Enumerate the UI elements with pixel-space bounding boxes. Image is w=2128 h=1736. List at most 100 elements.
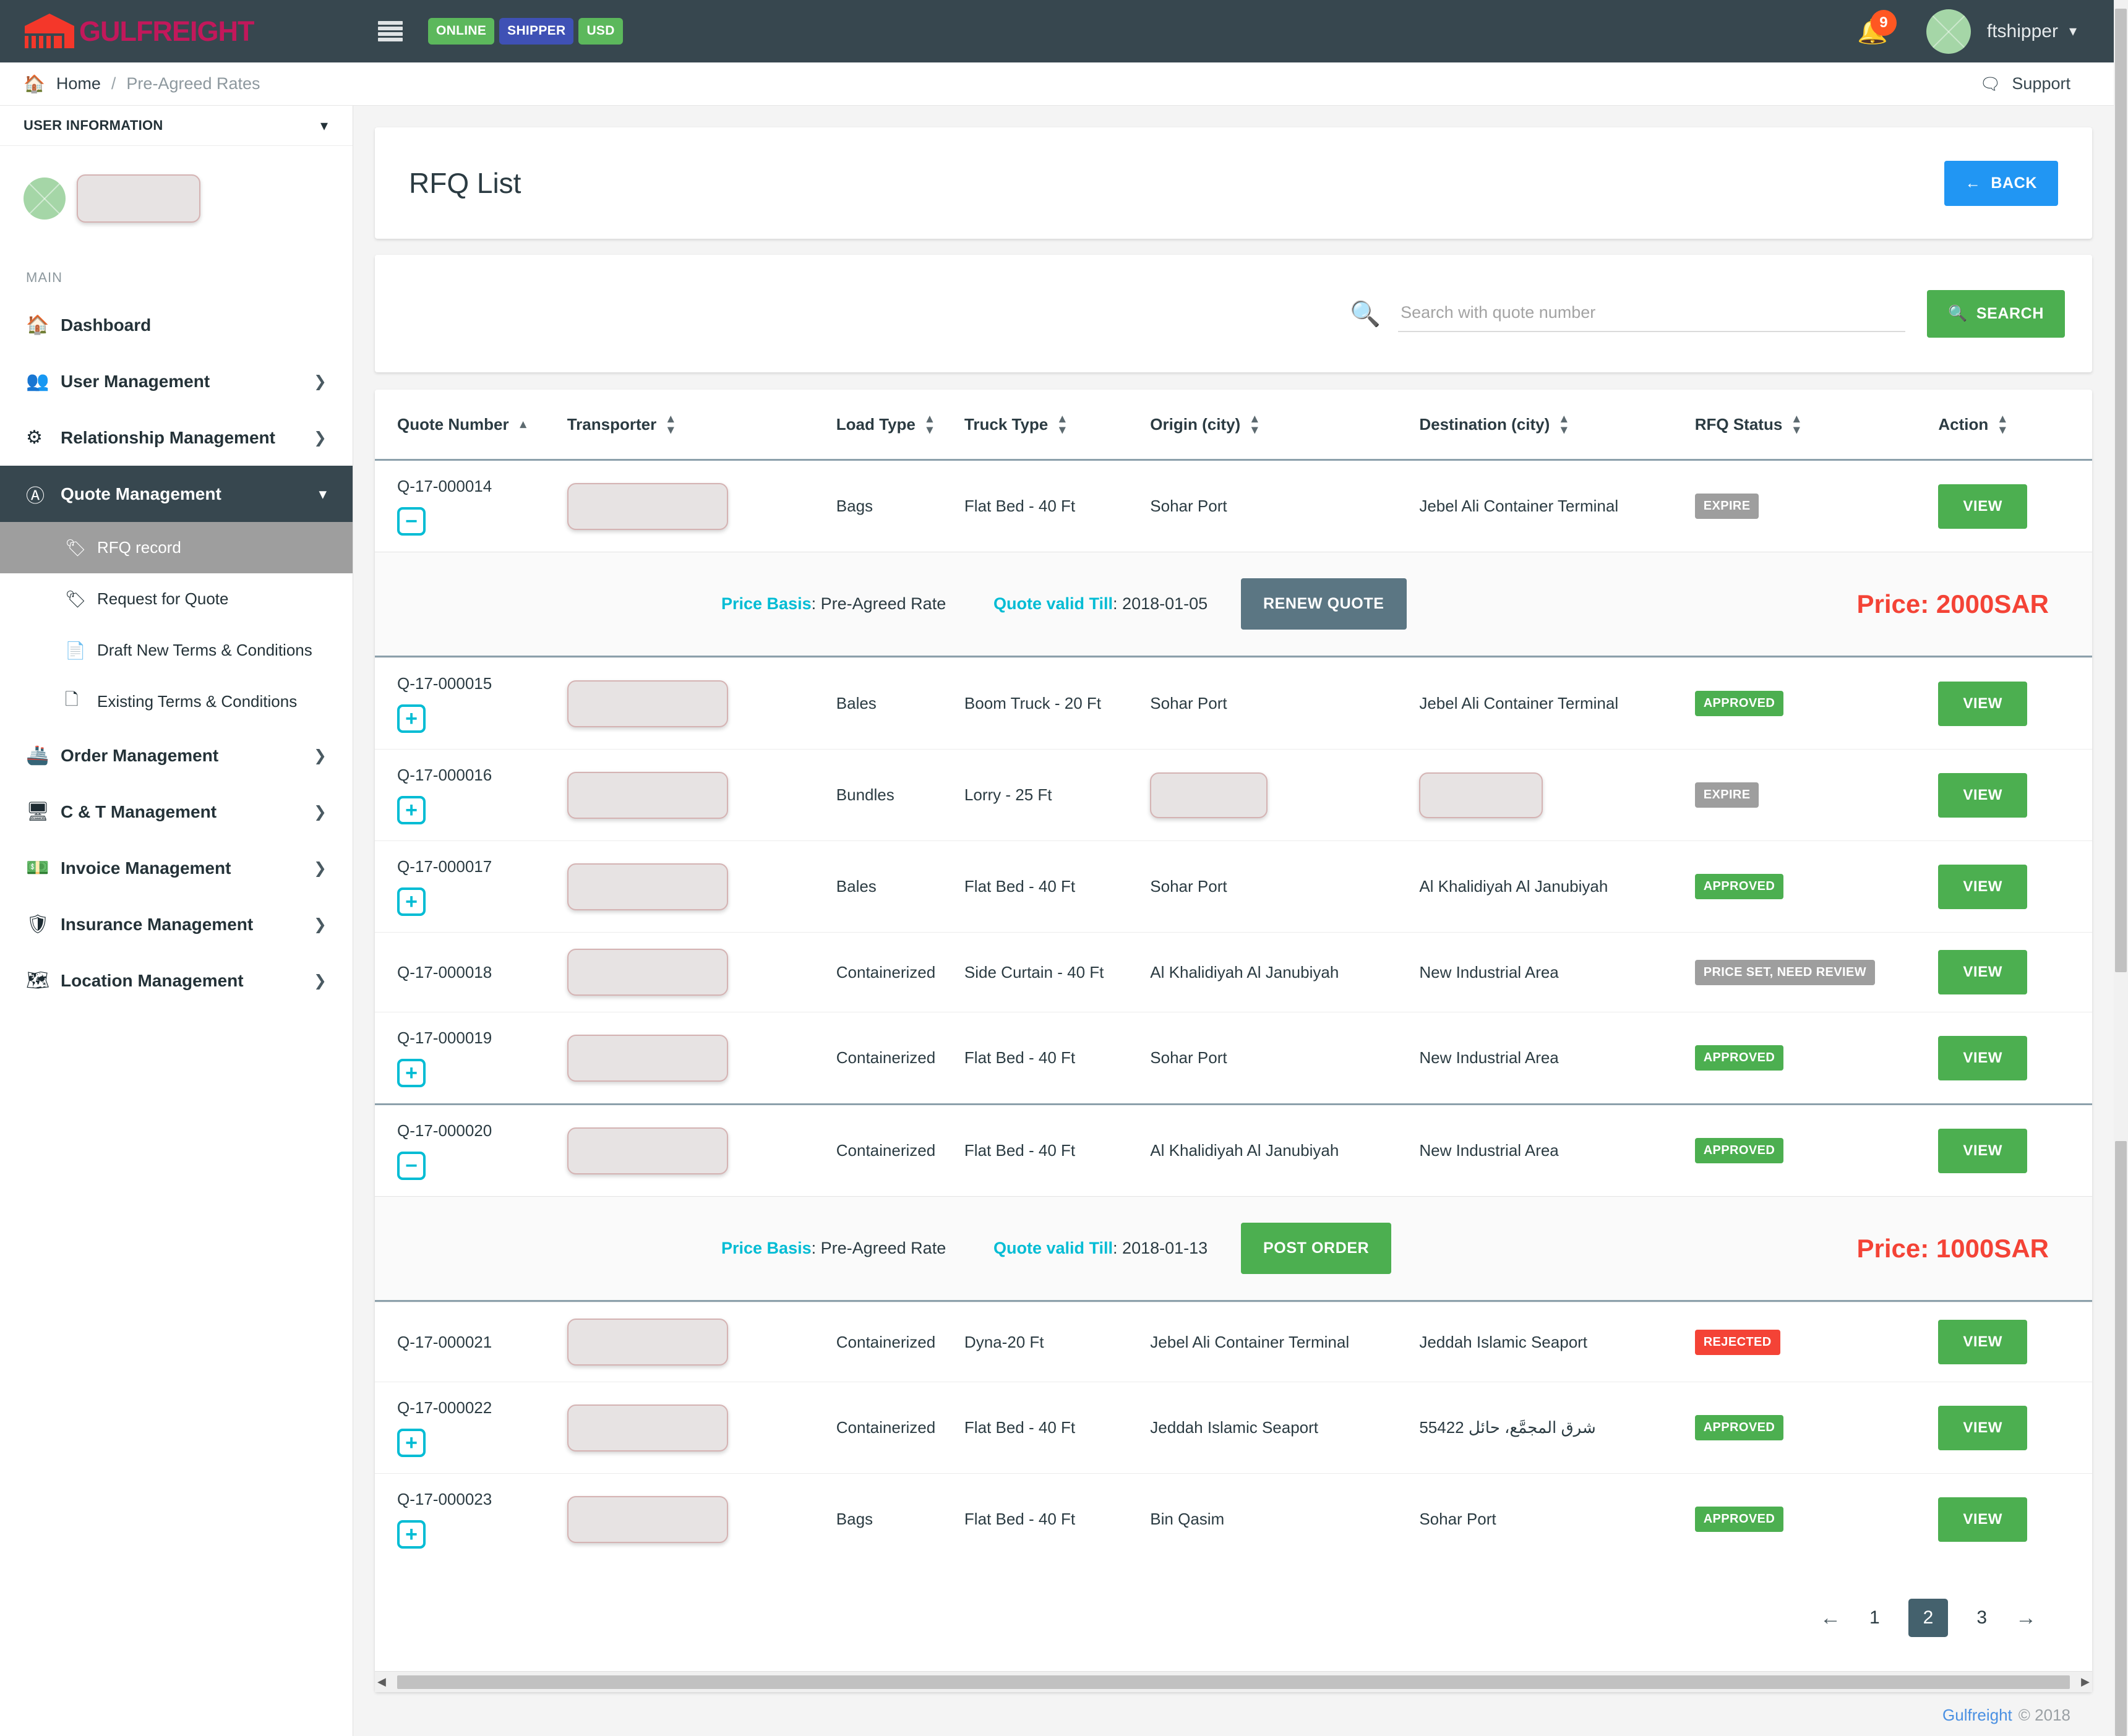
cell-truck-type: Side Curtain - 40 Ft bbox=[964, 933, 1150, 1012]
column-header-truck-type[interactable]: Truck Type ▴▾ bbox=[964, 390, 1150, 460]
view-button[interactable]: VIEW bbox=[1938, 484, 2027, 529]
column-header-transporter[interactable]: Transporter ▴▾ bbox=[567, 390, 836, 460]
row-expand-toggle[interactable]: + bbox=[397, 796, 426, 824]
cell-truck-type: Flat Bed - 40 Ft bbox=[964, 1382, 1150, 1474]
view-button[interactable]: VIEW bbox=[1938, 865, 2027, 909]
cell-truck-type: Flat Bed - 40 Ft bbox=[964, 1012, 1150, 1105]
post-button[interactable]: POST ORDER bbox=[1241, 1223, 1391, 1274]
cell-quote-number: Q-17-000017 + bbox=[375, 841, 567, 933]
pagination-prev[interactable]: ← bbox=[1820, 1606, 1841, 1630]
sidebar-item-invoice-management[interactable]: 💵 Invoice Management ❯ bbox=[0, 840, 353, 896]
column-header-destination[interactable]: Destination (city) ▴▾ bbox=[1419, 390, 1694, 460]
sidebar-user-information-header[interactable]: USER INFORMATION ▾ bbox=[0, 106, 353, 146]
column-header-load-type[interactable]: Load Type ▴▾ bbox=[836, 390, 964, 460]
row-expand-toggle[interactable]: + bbox=[397, 1520, 426, 1549]
origin-label: Sohar Port bbox=[1150, 497, 1227, 515]
column-header-rfq-status[interactable]: RFQ Status ▴▾ bbox=[1695, 390, 1939, 460]
brand-logo[interactable]: GULFREIGHT bbox=[22, 12, 270, 51]
sidebar-item-ct-management[interactable]: 🖥 C & T Management ❯ bbox=[0, 784, 353, 840]
row-expand-toggle[interactable]: + bbox=[397, 887, 426, 916]
cell-quote-number: Q-17-000016 + bbox=[375, 750, 567, 841]
truck-type-label: Dyna-20 Ft bbox=[964, 1333, 1044, 1351]
notifications-button[interactable]: 🔔 9 bbox=[1853, 12, 1892, 51]
row-expand-toggle[interactable]: − bbox=[397, 507, 426, 536]
hamburger-icon[interactable] bbox=[378, 21, 403, 42]
sidebar-item-user-management[interactable]: 👥 User Management ❯ bbox=[0, 353, 353, 409]
origin-label: Sohar Port bbox=[1150, 1048, 1227, 1067]
pagination-next[interactable]: → bbox=[2015, 1606, 2036, 1630]
row-expand-toggle[interactable]: + bbox=[397, 1429, 426, 1457]
renew-button[interactable]: RENEW QUOTE bbox=[1241, 578, 1407, 630]
view-button[interactable]: VIEW bbox=[1938, 1036, 2027, 1080]
sidebar-subitem-label: Existing Terms & Conditions bbox=[97, 692, 297, 711]
cell-rfq-status: APPROVED bbox=[1695, 841, 1939, 933]
sidebar-item-order-management[interactable]: 🚢 Order Management ❯ bbox=[0, 727, 353, 784]
sidebar-item-quote-management[interactable]: Ⓐ Quote Management ▾ bbox=[0, 466, 353, 522]
view-button[interactable]: VIEW bbox=[1938, 1406, 2027, 1450]
cell-rfq-status: APPROVED bbox=[1695, 1012, 1939, 1105]
quote-number-label: Q-17-000019 bbox=[397, 1028, 567, 1048]
chevron-down-icon[interactable]: ▾ bbox=[320, 117, 328, 135]
row-expand-toggle[interactable]: + bbox=[397, 704, 426, 733]
valid-till-label: Quote valid Till bbox=[993, 1239, 1113, 1257]
pagination-page-1[interactable]: 1 bbox=[1869, 1607, 1880, 1628]
destination-label: شرق المجمَّع، حائل 55422 bbox=[1419, 1418, 1595, 1437]
load-type-label: Containerized bbox=[836, 1048, 935, 1067]
view-button[interactable]: VIEW bbox=[1938, 1320, 2027, 1364]
status-badge: APPROVED bbox=[1695, 1045, 1783, 1071]
search-button-label: SEARCH bbox=[1976, 305, 2044, 323]
search-icon: 🔍 bbox=[1948, 305, 1968, 323]
sidebar-item-request-for-quote[interactable]: 🏷 Request for Quote bbox=[0, 573, 353, 625]
column-header-action[interactable]: Action ▴▾ bbox=[1938, 390, 2092, 460]
page-scrollbar[interactable] bbox=[2114, 0, 2128, 1736]
arrow-left-icon: ← bbox=[1965, 174, 1981, 192]
column-header-quote-number[interactable]: Quote Number ▴ bbox=[375, 390, 567, 460]
destination-label: Al Khalidiyah Al Janubiyah bbox=[1419, 877, 1608, 896]
back-button-label: BACK bbox=[1991, 174, 2037, 192]
row-expand-toggle[interactable]: + bbox=[397, 1059, 426, 1087]
cell-origin: Al Khalidiyah Al Janubiyah bbox=[1150, 933, 1419, 1012]
column-header-origin[interactable]: Origin (city) ▴▾ bbox=[1150, 390, 1419, 460]
redacted-destination bbox=[1419, 772, 1543, 818]
sidebar-user-box bbox=[0, 146, 353, 251]
scrollbar-thumb-lower[interactable] bbox=[2115, 1141, 2127, 1736]
scrollbar-thumb[interactable] bbox=[2115, 9, 2127, 972]
footer-brand-link[interactable]: Gulfreight bbox=[1942, 1706, 2012, 1725]
support-link[interactable]: 🗨 Support bbox=[1980, 74, 2070, 94]
sidebar-item-insurance-management[interactable]: 🛡 Insurance Management ❯ bbox=[0, 896, 353, 952]
cell-action: VIEW bbox=[1938, 1382, 2092, 1474]
table-row: Q-17-000020 − Containerized Flat Bed - 4… bbox=[375, 1105, 2092, 1197]
chevron-right-icon: ❯ bbox=[314, 915, 327, 934]
sidebar-item-draft-new-terms[interactable]: 📄 Draft New Terms & Conditions bbox=[0, 625, 353, 676]
search-button[interactable]: 🔍 SEARCH bbox=[1927, 290, 2065, 338]
footer-copyright: © 2018 bbox=[2019, 1706, 2070, 1725]
table-horizontal-scrollbar[interactable]: ◀ ▶ bbox=[375, 1671, 2092, 1692]
view-button[interactable]: VIEW bbox=[1938, 1497, 2027, 1542]
scroll-right-icon[interactable]: ▶ bbox=[2081, 1675, 2090, 1688]
breadcrumb-home[interactable]: Home bbox=[56, 74, 101, 93]
status-badge-currency: USD bbox=[578, 18, 622, 45]
back-button[interactable]: ← BACK bbox=[1944, 161, 2058, 206]
view-button[interactable]: VIEW bbox=[1938, 682, 2027, 726]
pagination-page-3[interactable]: 3 bbox=[1976, 1607, 1987, 1628]
row-expand-toggle[interactable]: − bbox=[397, 1152, 426, 1180]
scroll-left-icon[interactable]: ◀ bbox=[377, 1675, 386, 1688]
chevron-down-icon[interactable]: ▾ bbox=[2069, 22, 2077, 40]
cell-load-type: Bags bbox=[836, 460, 964, 552]
sidebar-item-location-management[interactable]: 🗺 Location Management ❯ bbox=[0, 952, 353, 1009]
destination-label: Jeddah Islamic Seaport bbox=[1419, 1333, 1587, 1351]
breadcrumb: 🏠 Home / Pre-Agreed Rates 🗨 Support bbox=[0, 62, 2114, 106]
search-input[interactable] bbox=[1398, 296, 1905, 332]
sidebar-item-existing-terms[interactable]: 🗋 Existing Terms & Conditions bbox=[0, 676, 353, 727]
view-button[interactable]: VIEW bbox=[1938, 773, 2027, 818]
sidebar-item-rfq-record[interactable]: 🏷 RFQ record bbox=[0, 522, 353, 573]
scrollbar-thumb[interactable] bbox=[397, 1675, 2070, 1689]
sidebar-item-relationship-management[interactable]: ⚙ Relationship Management ❯ bbox=[0, 409, 353, 466]
view-button[interactable]: VIEW bbox=[1938, 950, 2027, 994]
sidebar-item-dashboard[interactable]: 🏠 Dashboard bbox=[0, 297, 353, 353]
avatar[interactable] bbox=[1926, 9, 1971, 54]
cell-action: VIEW bbox=[1938, 1105, 2092, 1197]
sidebar-item-label: User Management bbox=[61, 372, 210, 391]
pagination-page-2[interactable]: 2 bbox=[1908, 1599, 1949, 1637]
view-button[interactable]: VIEW bbox=[1938, 1129, 2027, 1173]
